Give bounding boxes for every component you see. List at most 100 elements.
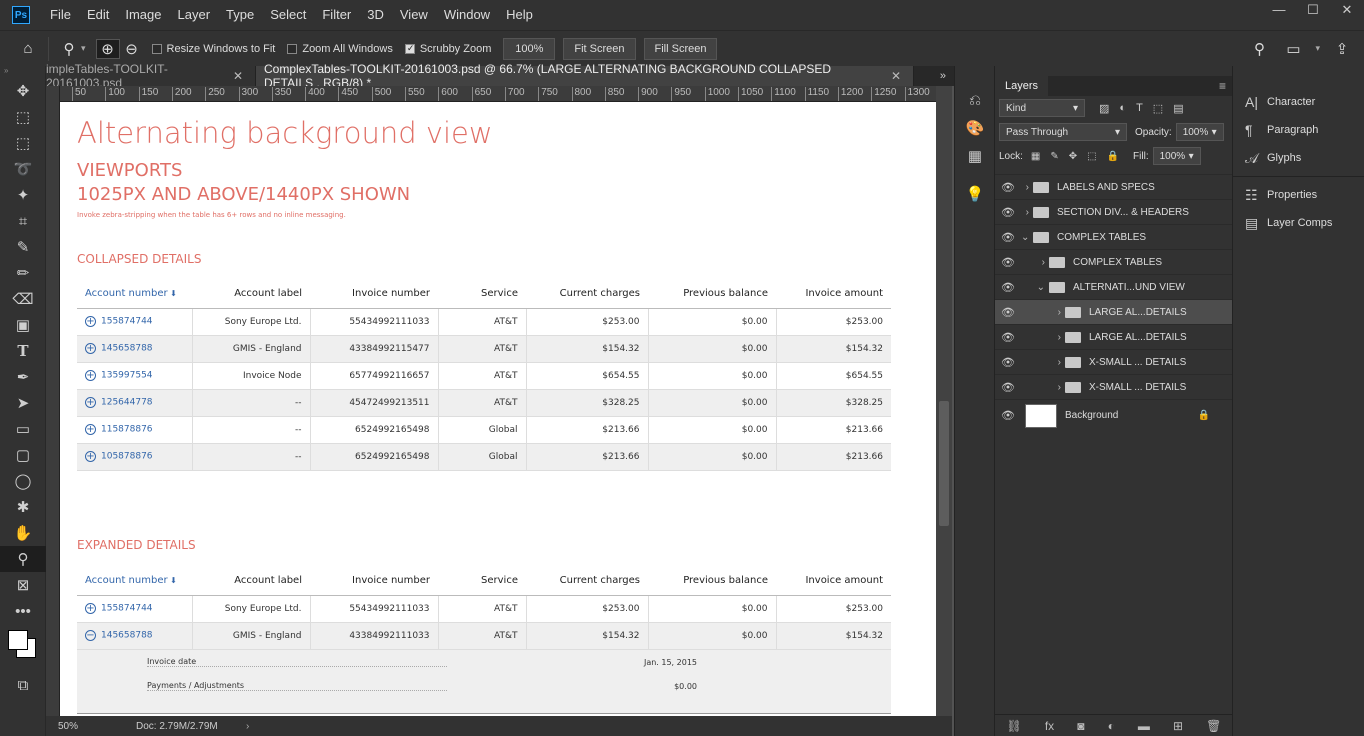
color-icon[interactable]: 🎨 (955, 114, 995, 142)
collapse-row-icon[interactable]: − (85, 630, 96, 641)
layer-group[interactable]: 👁 › SECTION DIV... & HEADERS (995, 199, 1232, 224)
zoom-in-icon[interactable]: ⊕ (95, 38, 120, 59)
eyedropper-icon[interactable]: ✎ (0, 234, 46, 260)
delete-layer-icon[interactable]: 🗑 (1206, 719, 1221, 733)
column-header[interactable]: Invoice number (310, 280, 438, 309)
visibility-eye-icon[interactable]: 👁 (995, 331, 1021, 344)
visibility-eye-icon[interactable]: 👁 (995, 206, 1021, 219)
expand-row-icon[interactable]: + (85, 451, 96, 462)
account-link[interactable]: 105878876 (101, 452, 153, 462)
layer-group[interactable]: 👁 ⌄ ALTERNATI...UND VIEW (995, 274, 1232, 299)
expand-row-icon[interactable]: + (85, 424, 96, 435)
maximize-button[interactable]: ☐ (1296, 0, 1330, 22)
workspace-icon[interactable]: ▭ (1281, 40, 1305, 58)
account-link[interactable]: 145658788 (101, 631, 153, 641)
expand-row-icon[interactable]: + (85, 316, 96, 327)
path-selection-icon[interactable]: ➤ (0, 390, 46, 416)
menu-filter[interactable]: Filter (314, 0, 359, 30)
account-link[interactable]: 125644778 (101, 398, 153, 408)
menu-view[interactable]: View (392, 0, 436, 30)
disclosure-chevron-icon[interactable]: › (1021, 357, 1061, 368)
column-header[interactable]: Previous balance (648, 567, 776, 596)
menu-file[interactable]: File (42, 0, 79, 30)
layer-group[interactable]: 👁 › LARGE AL...DETAILS (995, 299, 1232, 324)
table-row[interactable]: +125644778 -- 45472499213511 AT&T $328.25 $0.… (77, 389, 891, 417)
pixel-filter-icon[interactable]: ▨ (1099, 102, 1109, 115)
visibility-eye-icon[interactable]: 👁 (995, 281, 1021, 294)
zoom-tool-icon[interactable]: ⚲ (57, 40, 81, 58)
fit-screen-button[interactable]: Fit Screen (563, 37, 636, 60)
tab-layers[interactable]: Layers (995, 76, 1049, 96)
column-header[interactable]: Invoice number (310, 567, 438, 596)
character-panel-button[interactable]: A| Character (1233, 88, 1364, 116)
zoom-all-windows-checkbox[interactable]: Zoom All Windows (287, 43, 393, 55)
hand-tool-icon[interactable]: ✋ (0, 520, 46, 546)
lock-position-icon[interactable]: ✥ (1069, 151, 1077, 162)
zoom-level[interactable]: 50% (46, 721, 116, 732)
minimize-button[interactable]: — (1262, 0, 1296, 22)
blend-mode-select[interactable]: Pass Through ▾ (999, 123, 1127, 141)
pen-tool-icon[interactable]: ✒ (0, 364, 46, 390)
column-header[interactable]: Account number ⬇ (77, 567, 192, 596)
layer-background[interactable]: 👁 Background 🔒 (995, 399, 1232, 431)
lasso-tool-icon[interactable]: ➰ (0, 156, 46, 182)
type-tool-icon[interactable]: T (0, 338, 46, 364)
chevron-down-icon[interactable]: ▾ (1315, 43, 1320, 54)
custom-shape-icon[interactable]: ✱ (0, 494, 46, 520)
account-link[interactable]: 135997554 (101, 371, 153, 381)
table-row[interactable]: +105878876 -- 6524992165498 Global $213.66 $0… (77, 443, 891, 471)
brush-tool-icon[interactable]: ✏ (0, 260, 46, 286)
smart-object-filter-icon[interactable]: ▤ (1173, 102, 1183, 115)
zoom-out-icon[interactable]: ⊖ (120, 40, 144, 58)
disclosure-chevron-icon[interactable]: › (1021, 182, 1029, 193)
zoom-value-field[interactable]: 100% (503, 37, 556, 60)
sort-arrow-icon[interactable]: ⬇ (168, 576, 177, 585)
marquee-tool-icon[interactable]: ⬚ (0, 130, 46, 156)
kind-filter-select[interactable]: Kind ▾ (999, 99, 1085, 117)
rounded-rect-icon[interactable]: ▢ (0, 442, 46, 468)
adjustment-layer-icon[interactable]: ◐ (1108, 719, 1115, 733)
learn-icon[interactable]: 💡 (955, 180, 995, 208)
account-link[interactable]: 145658788 (101, 344, 153, 354)
layer-group[interactable]: 👁 ⌄ COMPLEX TABLES (995, 224, 1232, 249)
glyphs-panel-button[interactable]: 𝒜 Glyphs (1233, 144, 1364, 172)
expand-row-icon[interactable]: + (85, 397, 96, 408)
layer-comps-panel-button[interactable]: ▤ Layer Comps (1233, 209, 1364, 237)
fill-field[interactable]: 100% ▾ (1152, 147, 1201, 165)
menu-type[interactable]: Type (218, 0, 262, 30)
table-row[interactable]: +115878876 -- 6524992165498 Global $213.66 $0… (77, 416, 891, 444)
share-icon[interactable]: ⇪ (1330, 40, 1354, 58)
frame-tool-icon[interactable]: ⊠ (0, 572, 46, 598)
opacity-field[interactable]: 100% ▾ (1175, 123, 1224, 141)
expand-row-icon[interactable]: + (85, 343, 96, 354)
visibility-eye-icon[interactable]: 👁 (995, 256, 1021, 269)
layer-group[interactable]: 👁 › LARGE AL...DETAILS (995, 324, 1232, 349)
lock-all-icon[interactable]: 🔒 (1107, 151, 1119, 162)
table-row[interactable]: +155874744 Sony Europe Ltd. 55434992111033… (77, 308, 891, 336)
column-header[interactable]: Current charges (526, 280, 648, 309)
search-icon[interactable]: ⚲ (1247, 40, 1271, 58)
collapse-icon[interactable]: » (0, 66, 45, 78)
magic-wand-icon[interactable]: ✦ (0, 182, 46, 208)
lock-artboard-icon[interactable]: ⬚ (1087, 151, 1096, 162)
disclosure-chevron-icon[interactable]: ⌄ (1021, 282, 1045, 293)
resize-windows-checkbox[interactable]: Resize Windows to Fit (151, 43, 275, 55)
layer-group[interactable]: 👁 › X-SMALL ... DETAILS (995, 374, 1232, 399)
new-group-icon[interactable]: ▬ (1138, 719, 1150, 733)
lock-pixels-icon[interactable]: ✎ (1050, 151, 1058, 162)
visibility-eye-icon[interactable]: 👁 (995, 231, 1021, 244)
visibility-eye-icon[interactable]: 👁 (995, 356, 1021, 369)
column-header[interactable]: Current charges (526, 567, 648, 596)
artboard-tool-icon[interactable]: ⬚ (0, 104, 46, 130)
disclosure-chevron-icon[interactable]: › (1021, 382, 1061, 393)
add-mask-icon[interactable]: ◙ (1077, 719, 1084, 733)
vertical-scrollbar[interactable] (936, 86, 952, 716)
menu-window[interactable]: Window (436, 0, 498, 30)
home-icon[interactable]: ⌂ (16, 40, 40, 57)
rectangle-tool-icon[interactable]: ▭ (0, 416, 46, 442)
tab-complex-tables[interactable]: ComplexTables-TOOLKIT-20161003.psd @ 66.… (256, 62, 914, 90)
zoom-tool-icon[interactable]: ⚲ (0, 546, 46, 572)
adjustment-filter-icon[interactable]: ◐ (1119, 102, 1126, 115)
layer-group[interactable]: 👁 › X-SMALL ... DETAILS (995, 349, 1232, 374)
visibility-eye-icon[interactable]: 👁 (995, 181, 1021, 194)
